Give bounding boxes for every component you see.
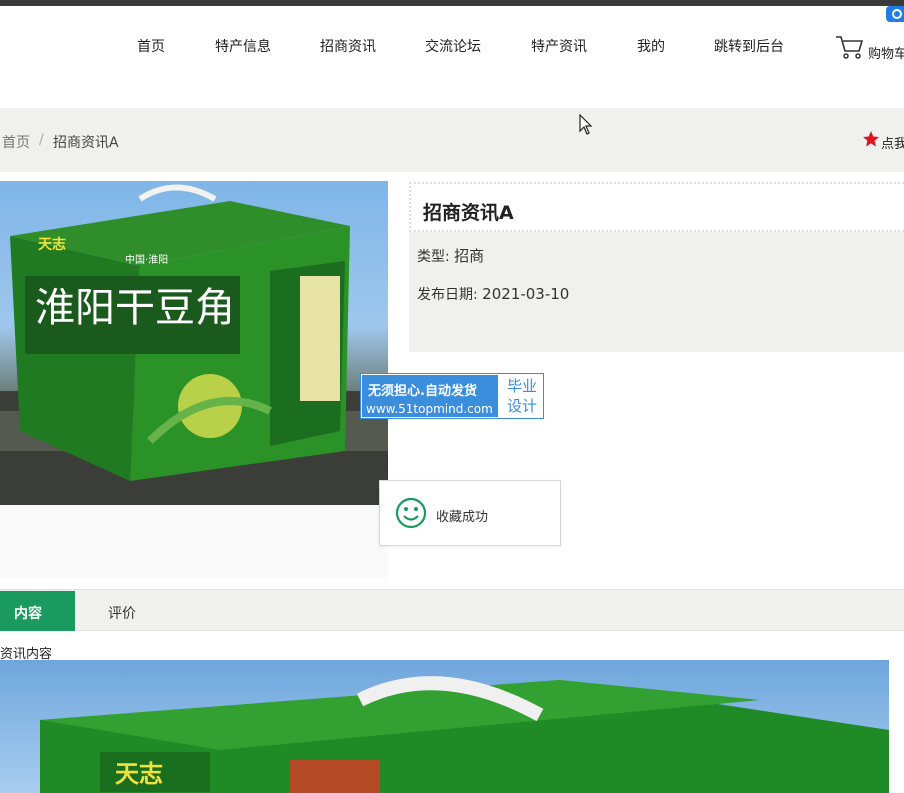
content-image: 天志	[0, 660, 889, 793]
toast-message: 收藏成功	[436, 510, 489, 525]
product-title-box: 招商资讯A	[409, 182, 904, 232]
smile-icon	[395, 497, 427, 529]
watermark-right-line2: 设计	[506, 397, 537, 415]
nav-item-forum[interactable]: 交流论坛	[425, 36, 481, 56]
product-date-row: 发布日期: 2021-03-10	[417, 284, 569, 304]
nav-item-home[interactable]: 首页	[137, 36, 165, 56]
product-type-label: 类型:	[417, 249, 450, 265]
product-image-top: 中国·淮阳	[125, 253, 168, 266]
tab-reviews-label: 评价	[108, 606, 136, 622]
main-nav: 首页 特产信息 招商资讯 交流论坛 特产资讯 我的 跳转到后台 购物车	[0, 6, 904, 84]
watermark-right: 毕业 设计	[502, 376, 542, 416]
tab-content-label: 内容	[14, 606, 42, 622]
product-image-name: 淮阳干豆角	[35, 285, 235, 331]
watermark-banner: 无须担心.自动发货 www.51topmind.com 毕业 设计	[360, 373, 544, 419]
watermark-left: 无须担心.自动发货 www.51topmind.com	[362, 375, 498, 417]
product-type-value: 招商	[454, 247, 485, 265]
breadcrumb: 首页 / 招商资讯A 点我收藏	[0, 108, 904, 172]
success-toast: 收藏成功	[379, 480, 561, 546]
breadcrumb-separator: /	[39, 132, 44, 148]
favorite-label: 点我收藏	[881, 137, 904, 152]
detail-tabs: 内容 评价	[0, 589, 904, 631]
nav-item-investment-news[interactable]: 招商资讯	[320, 36, 376, 56]
tab-reviews[interactable]: 评价	[75, 591, 165, 631]
product-image-brand: 天志	[38, 236, 66, 253]
product-title: 招商资讯A	[423, 202, 514, 224]
mouse-cursor-icon	[579, 114, 593, 135]
watermark-line1: 无须担心.自动发货	[368, 384, 477, 399]
product-type-row: 类型: 招商	[417, 245, 484, 266]
product-info-card: 招商资讯A 类型: 招商 发布日期: 2021-03-10	[409, 182, 904, 352]
cart-link[interactable]: 购物车	[834, 34, 904, 62]
image-footer-area	[0, 505, 388, 577]
breadcrumb-current: 招商资讯A	[53, 135, 119, 151]
watermark-right-line1: 毕业	[506, 377, 537, 395]
cart-label: 购物车	[868, 47, 904, 62]
nav-item-mine[interactable]: 我的	[637, 36, 665, 56]
nav-item-specialty-news[interactable]: 特产资讯	[531, 36, 587, 56]
breadcrumb-home[interactable]: 首页	[2, 132, 30, 152]
tab-content[interactable]: 内容	[0, 591, 75, 631]
product-meta: 类型: 招商 发布日期: 2021-03-10	[409, 232, 904, 352]
product-date-value: 2021-03-10	[482, 285, 570, 303]
nav-item-admin[interactable]: 跳转到后台	[714, 36, 784, 56]
watermark-url: www.51topmind.com	[366, 402, 493, 416]
star-icon	[863, 131, 879, 147]
product-date-label: 发布日期:	[417, 287, 478, 303]
product-image: 淮阳干豆角 天志 中国·淮阳	[0, 181, 388, 505]
content-image-brand: 天志	[115, 760, 163, 788]
nav-item-specialty-info[interactable]: 特产信息	[215, 36, 271, 56]
cart-icon	[836, 36, 864, 59]
